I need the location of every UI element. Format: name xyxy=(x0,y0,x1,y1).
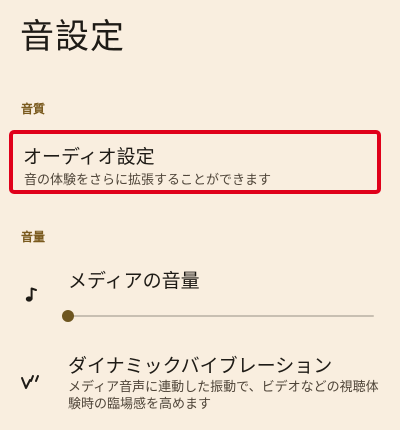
section-header-sound-quality: 音質 xyxy=(21,102,46,116)
slider-track xyxy=(68,315,374,317)
dynamic-vibration-title: ダイナミックバイブレーション xyxy=(68,355,333,377)
slider-thumb[interactable] xyxy=(62,310,74,322)
audio-settings-title: オーディオ設定 xyxy=(23,146,155,168)
audio-settings-summary: 音の体験をさらに拡張することができます xyxy=(24,173,272,188)
audio-settings-item[interactable]: オーディオ設定 音の体験をさらに拡張することができます xyxy=(9,130,381,194)
media-volume-title: メディアの音量 xyxy=(68,270,200,292)
media-volume-slider[interactable] xyxy=(62,306,374,326)
dynamic-vibration-summary: メディア音声に連動した振動で、ビデオなどの視聴体験時の臨場感を高めます xyxy=(68,380,379,412)
page-title: 音設定 xyxy=(20,17,125,57)
dynamic-vibration-icon xyxy=(20,372,42,394)
music-note-icon xyxy=(20,283,42,305)
section-header-volume: 音量 xyxy=(21,230,46,244)
